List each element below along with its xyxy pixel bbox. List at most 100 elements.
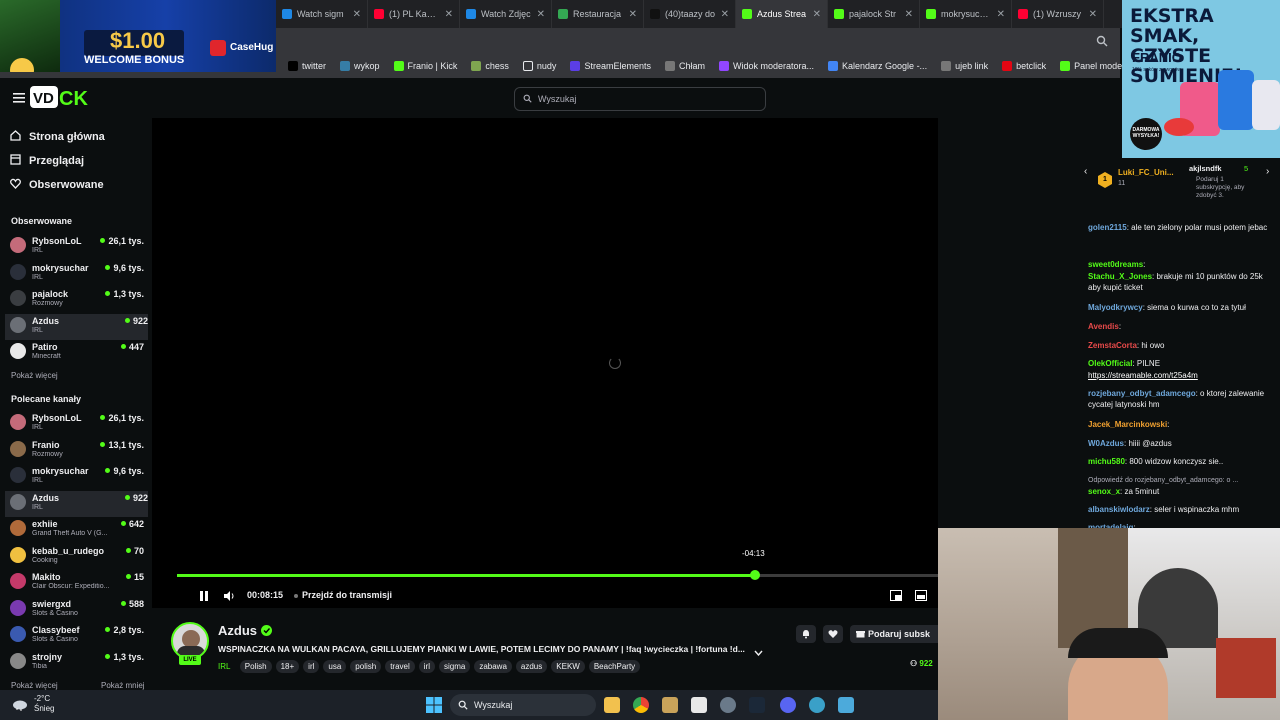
stream-tag[interactable]: azdus bbox=[515, 660, 548, 673]
chat-username[interactable]: sweet0dreams bbox=[1088, 260, 1143, 269]
sidebar-channel-item[interactable]: mokrysuchar IRL 9,6 tys. bbox=[10, 261, 144, 287]
browser-tab[interactable]: pajalock Str ✕ bbox=[828, 0, 920, 28]
steam-icon[interactable] bbox=[749, 697, 765, 713]
nav-item-home[interactable]: Strona główna bbox=[10, 130, 105, 144]
bookmark-item[interactable]: betclick bbox=[1002, 61, 1046, 71]
bookmark-item[interactable]: Widok moderatora... bbox=[718, 61, 814, 71]
chevron-down-icon[interactable] bbox=[754, 645, 763, 659]
bookmark-item[interactable]: wykop bbox=[340, 61, 380, 71]
nav-item-browse[interactable]: Przeglądaj bbox=[10, 154, 84, 168]
bookmark-item[interactable]: chess bbox=[471, 61, 509, 71]
chevron-left-icon[interactable]: ‹ bbox=[1084, 166, 1087, 177]
show-less-link[interactable]: Pokaż mniej bbox=[101, 681, 145, 690]
browser-tab[interactable]: Watch Zdjęc ✕ bbox=[460, 0, 552, 28]
chrome-icon[interactable] bbox=[633, 697, 649, 713]
browser-tab[interactable]: Watch sigm ✕ bbox=[276, 0, 368, 28]
discord-icon[interactable] bbox=[780, 697, 796, 713]
taskbar-search[interactable]: Wyszukaj bbox=[450, 694, 596, 716]
stream-tag[interactable]: KEKW bbox=[551, 660, 585, 673]
stream-tag[interactable]: 18+ bbox=[275, 660, 300, 673]
stream-tag[interactable]: zabawa bbox=[474, 660, 512, 673]
browser-tab[interactable]: (1) Wzruszy ✕ bbox=[1012, 0, 1104, 28]
sidebar-channel-item[interactable]: RybsonLoL IRL 26,1 tys. bbox=[10, 411, 144, 437]
sidebar-channel-item[interactable]: Patiro Minecraft 447 bbox=[10, 340, 144, 366]
stream-tag[interactable]: BeachParty bbox=[588, 660, 641, 673]
top-gifter-name[interactable]: Luki_FC_Uni... bbox=[1118, 168, 1174, 177]
globe-icon[interactable] bbox=[809, 697, 825, 713]
chat-username[interactable]: senox_x bbox=[1088, 487, 1120, 496]
chat-username[interactable]: golen2115 bbox=[1088, 223, 1127, 232]
chevron-right-icon[interactable]: › bbox=[1266, 166, 1269, 177]
close-icon[interactable]: ✕ bbox=[629, 9, 637, 20]
sidebar-channel-item[interactable]: Classybeef Slots & Casino 2,8 tys. bbox=[10, 623, 144, 649]
franio-ad[interactable]: EKSTRA SMAK, CZYSTE SUMIENIE! FRANIO 10%… bbox=[1122, 0, 1280, 158]
sidebar-channel-item[interactable]: RybsonLoL IRL 26,1 tys. bbox=[10, 234, 144, 260]
kick-logo[interactable]: VD CK bbox=[30, 82, 96, 110]
browser-tab[interactable]: (40)taazy do ✕ bbox=[644, 0, 736, 28]
chat-username[interactable]: michu580 bbox=[1088, 457, 1125, 466]
seek-bar[interactable] bbox=[177, 570, 938, 580]
gift-sub-button[interactable]: Podaruj subsk bbox=[850, 625, 938, 643]
bookmark-item[interactable]: Kalendarz Google -... bbox=[828, 61, 927, 71]
windows-start-icon[interactable] bbox=[426, 697, 442, 716]
close-icon[interactable]: ✕ bbox=[997, 9, 1005, 20]
chat-username[interactable]: Malyodkrywcy bbox=[1088, 303, 1143, 312]
volume-icon[interactable] bbox=[223, 590, 236, 604]
browser-tab[interactable]: Restauracja ✕ bbox=[552, 0, 644, 28]
picture-in-picture-icon[interactable] bbox=[890, 590, 902, 603]
chat-username[interactable]: rozjebany_odbyt_adamcego bbox=[1088, 389, 1196, 398]
stream-tag[interactable]: sigma bbox=[438, 660, 471, 673]
sidebar-channel-item[interactable]: exhiie Grand Theft Auto V (G... 642 bbox=[10, 517, 144, 543]
gifter2-name[interactable]: akjlsndfk bbox=[1189, 164, 1222, 173]
follow-button[interactable] bbox=[823, 625, 843, 643]
close-icon[interactable]: ✕ bbox=[813, 9, 821, 20]
chat-link[interactable]: https://streamable.com/t25a4m bbox=[1088, 371, 1198, 380]
browser-tab[interactable]: mokrysuchar ✕ bbox=[920, 0, 1012, 28]
file-explorer-icon[interactable] bbox=[604, 697, 620, 713]
pause-icon[interactable] bbox=[198, 590, 210, 604]
sidebar-channel-item[interactable]: Azdus IRL 922 bbox=[5, 490, 148, 517]
stream-tag[interactable]: Polish bbox=[239, 660, 272, 673]
nav-item-following[interactable]: Obserwowane bbox=[10, 178, 104, 192]
notification-bell-button[interactable] bbox=[796, 625, 816, 643]
casehug-ad[interactable]: $1.00 WELCOME BONUS CaseHug bbox=[0, 0, 276, 72]
show-more-followed-link[interactable]: Pokaż więcej bbox=[11, 371, 58, 380]
bookmark-item[interactable]: Chłam bbox=[664, 61, 705, 71]
channel-name[interactable]: Azdus bbox=[218, 623, 257, 638]
stream-tag[interactable]: polish bbox=[350, 660, 382, 673]
bookmark-item[interactable]: ujeb link bbox=[941, 61, 988, 71]
sidebar-channel-item[interactable]: Azdus IRL 922 bbox=[5, 313, 148, 340]
close-icon[interactable]: ✕ bbox=[905, 9, 913, 20]
search-icon[interactable] bbox=[1096, 35, 1108, 47]
stream-tag[interactable]: usa bbox=[323, 660, 347, 673]
show-more-link[interactable]: Pokaż więcej bbox=[11, 681, 58, 690]
video-player[interactable] bbox=[152, 118, 938, 608]
close-icon[interactable]: ✕ bbox=[537, 9, 545, 20]
menu-icon[interactable] bbox=[13, 92, 25, 103]
chat-username[interactable]: W0Azdus bbox=[1088, 439, 1124, 448]
browser-tab[interactable]: (1) PL Kacpe ✕ bbox=[368, 0, 460, 28]
browser-tab[interactable]: Azdus Strea ✕ bbox=[736, 0, 828, 28]
close-icon[interactable]: ✕ bbox=[1089, 9, 1097, 20]
chat-username[interactable]: Stachu_X_Jones bbox=[1088, 272, 1152, 281]
sidebar-channel-item[interactable]: pajalock Rozmowy 1,3 tys. bbox=[10, 287, 144, 313]
sidebar-channel-item[interactable]: strojny Tibia 1,3 tys. bbox=[10, 650, 144, 676]
close-icon[interactable]: ✕ bbox=[721, 9, 729, 20]
category-link[interactable]: IRL bbox=[218, 662, 230, 671]
sidebar-channel-item[interactable]: Franio Rozmowy 13,1 tys. bbox=[10, 438, 144, 464]
close-icon[interactable]: ✕ bbox=[445, 9, 453, 20]
app-icon[interactable] bbox=[662, 697, 678, 713]
chat-username[interactable]: albanskiwlodarz bbox=[1088, 505, 1150, 514]
bookmark-item[interactable]: nudy bbox=[522, 61, 556, 71]
theater-mode-icon[interactable] bbox=[915, 590, 927, 603]
sidebar-channel-item[interactable]: mokrysuchar IRL 9,6 tys. bbox=[10, 464, 144, 490]
sidebar-channel-item[interactable]: swiergxd Slots & Casino 588 bbox=[10, 597, 144, 623]
chat-username[interactable]: Jacek_Marcinkowski bbox=[1088, 420, 1167, 429]
chat-username[interactable]: OlekOfficial bbox=[1088, 359, 1132, 368]
chat-username[interactable]: ZemstaCorta bbox=[1088, 341, 1137, 350]
notepad-icon[interactable] bbox=[838, 697, 854, 713]
search-input[interactable]: Wyszukaj bbox=[514, 87, 766, 111]
bookmark-item[interactable]: twitter bbox=[288, 61, 326, 71]
stream-tag[interactable]: travel bbox=[385, 660, 415, 673]
bookmark-item[interactable]: Franio | Kick bbox=[393, 61, 457, 71]
